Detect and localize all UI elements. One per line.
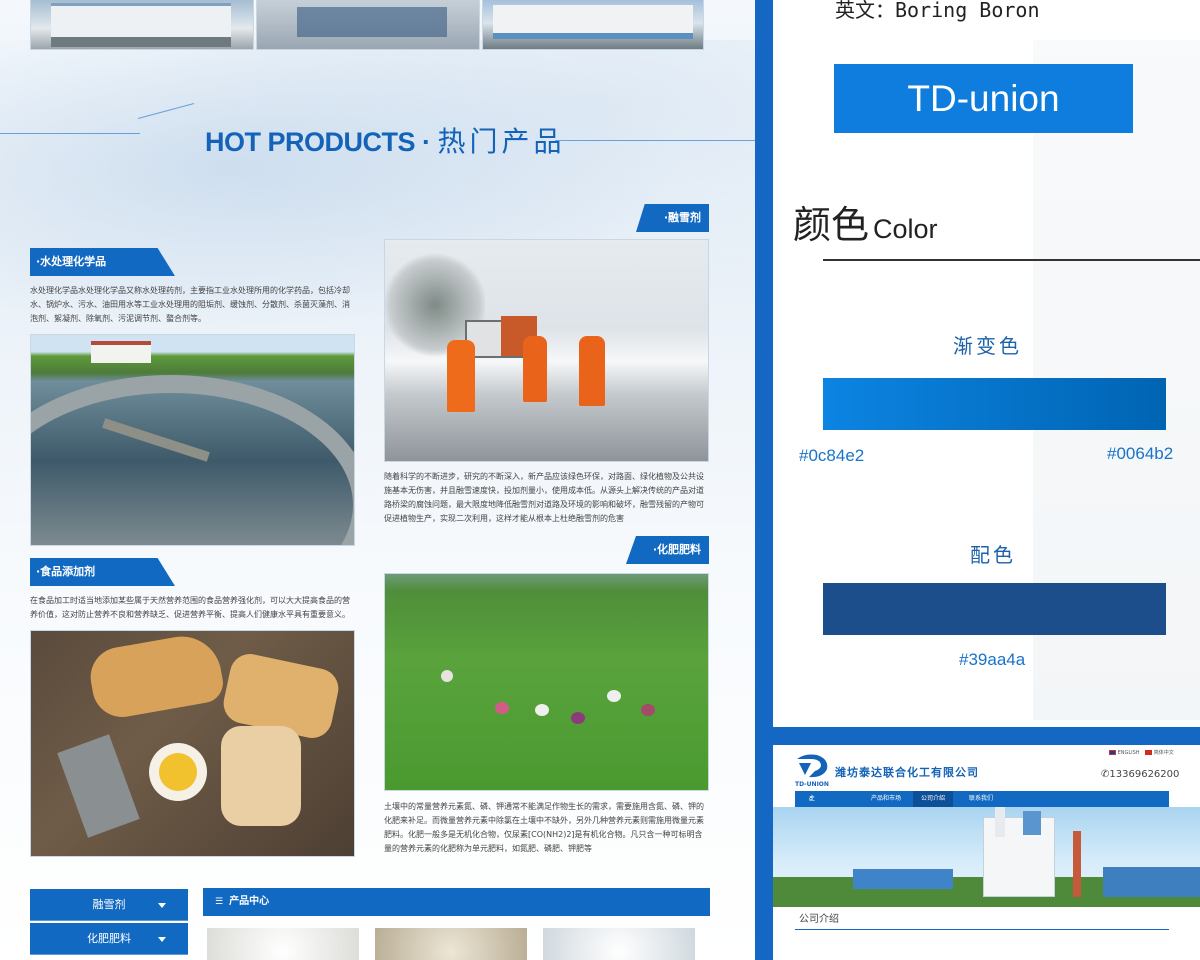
product-thumb-3[interactable] — [543, 928, 695, 960]
flag-uk-icon — [1109, 750, 1116, 755]
desc-snow-melting: 随着科学的不断进步，研究的不断深入，新产品应该绿色环保，对路面、绿化植物及公共设… — [384, 472, 704, 523]
nav-contact[interactable]: 联系我们 — [969, 791, 993, 807]
blue-divider — [755, 0, 773, 960]
color-section-title: 颜色 Color — [793, 194, 938, 249]
product-thumb-1[interactable] — [207, 928, 359, 960]
decor-line-left — [0, 133, 140, 134]
language-switch[interactable]: ENGLISH 简体中文 — [1109, 749, 1174, 756]
match-color-swatch — [823, 583, 1166, 635]
english-name: 英文：Boring Boron — [835, 0, 1040, 22]
product-center-label: 产品中心 — [229, 896, 270, 907]
logo-text-box: TD-union — [834, 64, 1133, 133]
match-color-hex: #39aa4a — [959, 650, 1026, 669]
photo-building-1 — [30, 0, 254, 50]
tag-snow-melting[interactable]: ·融雪剂 — [636, 204, 709, 232]
color-title-en: Color — [873, 214, 938, 244]
product-center-bar[interactable]: ☰ 产品中心 — [203, 888, 710, 916]
photo-building-2 — [482, 0, 704, 50]
side-button-fertilizer[interactable]: 化肥肥料 — [30, 923, 188, 955]
tag-fertilizer[interactable]: ·化肥肥料 — [626, 536, 709, 564]
gradient-start-hex: #0c84e2 — [799, 446, 865, 465]
flag-cn-icon — [1145, 750, 1153, 755]
intro-title: 公司介绍 — [795, 910, 1169, 930]
factory-banner — [773, 807, 1200, 907]
desc-food-additive: 在食品加工时适当地添加某些属于天然营养范围的食品营养强化剂，可以大大提高食品的营… — [30, 596, 350, 619]
gradient-title: 渐变色 — [953, 334, 1022, 358]
tag-water-treatment[interactable]: ·水处理化学品 — [30, 248, 175, 276]
photo-water-treatment — [30, 334, 355, 546]
logo-subtext: TD-UNION — [795, 781, 829, 788]
chevron-down-icon — [158, 903, 166, 908]
photo-snow-melting — [384, 239, 709, 462]
photo-lab-interior — [256, 0, 480, 50]
side-button-label: 融雪剂 — [92, 898, 126, 911]
side-button-label: 化肥肥料 — [87, 932, 131, 945]
list-icon: ☰ — [215, 897, 224, 907]
lang-english[interactable]: ENGLISH — [1118, 750, 1140, 756]
color-divider — [823, 259, 1200, 261]
chevron-down-icon — [158, 937, 166, 942]
photo-fertilizer — [384, 573, 709, 791]
hot-products-cn: 热门产品 — [437, 126, 566, 157]
website-preview: TD-UNION 潍坊泰达联合化工有限公司 ENGLISH 简体中文 ✆1336… — [773, 727, 1200, 960]
gradient-swatch — [823, 378, 1166, 430]
match-color-title: 配色 — [970, 543, 1016, 567]
photo-food-additive — [30, 630, 355, 857]
company-logo-icon — [797, 754, 828, 778]
side-button-snow-melting[interactable]: 融雪剂 — [30, 889, 188, 921]
decor-line-right — [555, 140, 755, 141]
nav-bar: ⌂ 主页 产品和市场 公司介绍 联系我们 — [795, 791, 1169, 818]
nav-about[interactable]: 公司介绍 — [913, 791, 954, 807]
left-panel: HOT PRODUCTS · 热门产品 ·水处理化学品 水处理化学品水处理化学品… — [0, 0, 755, 960]
company-name: 潍坊泰达联合化工有限公司 — [835, 767, 979, 779]
hot-products-title: HOT PRODUCTS · 热门产品 — [205, 120, 566, 160]
phone-number: ✆13369626200 — [1101, 769, 1179, 780]
phone-text: 13369626200 — [1109, 769, 1180, 780]
tag-food-additive[interactable]: ·食品添加剂 — [30, 558, 175, 586]
hot-products-en: HOT PRODUCTS · — [205, 127, 438, 157]
lang-chinese[interactable]: 简体中文 — [1154, 750, 1174, 756]
gradient-end-hex: #0064b2 — [1107, 444, 1174, 463]
nav-products[interactable]: 产品和市场 — [871, 791, 901, 807]
desc-water-treatment: 水处理化学品水处理化学品又称水处理药剂，主要指工业水处理所用的化学药品，包括冷却… — [30, 286, 350, 323]
brand-guide-panel: 英文：Boring Boron TD-union 颜色 Color 渐变色 #0c… — [773, 0, 1200, 727]
color-title-cn: 颜色 — [793, 205, 870, 247]
desc-fertilizer: 土壤中的常量营养元素氮、磷、钾通常不能满足作物生长的需求，需要施用含氮、磷、钾的… — [384, 802, 704, 853]
website-preview-page: TD-UNION 潍坊泰达联合化工有限公司 ENGLISH 简体中文 ✆1336… — [773, 745, 1200, 960]
product-thumb-2[interactable] — [375, 928, 527, 960]
